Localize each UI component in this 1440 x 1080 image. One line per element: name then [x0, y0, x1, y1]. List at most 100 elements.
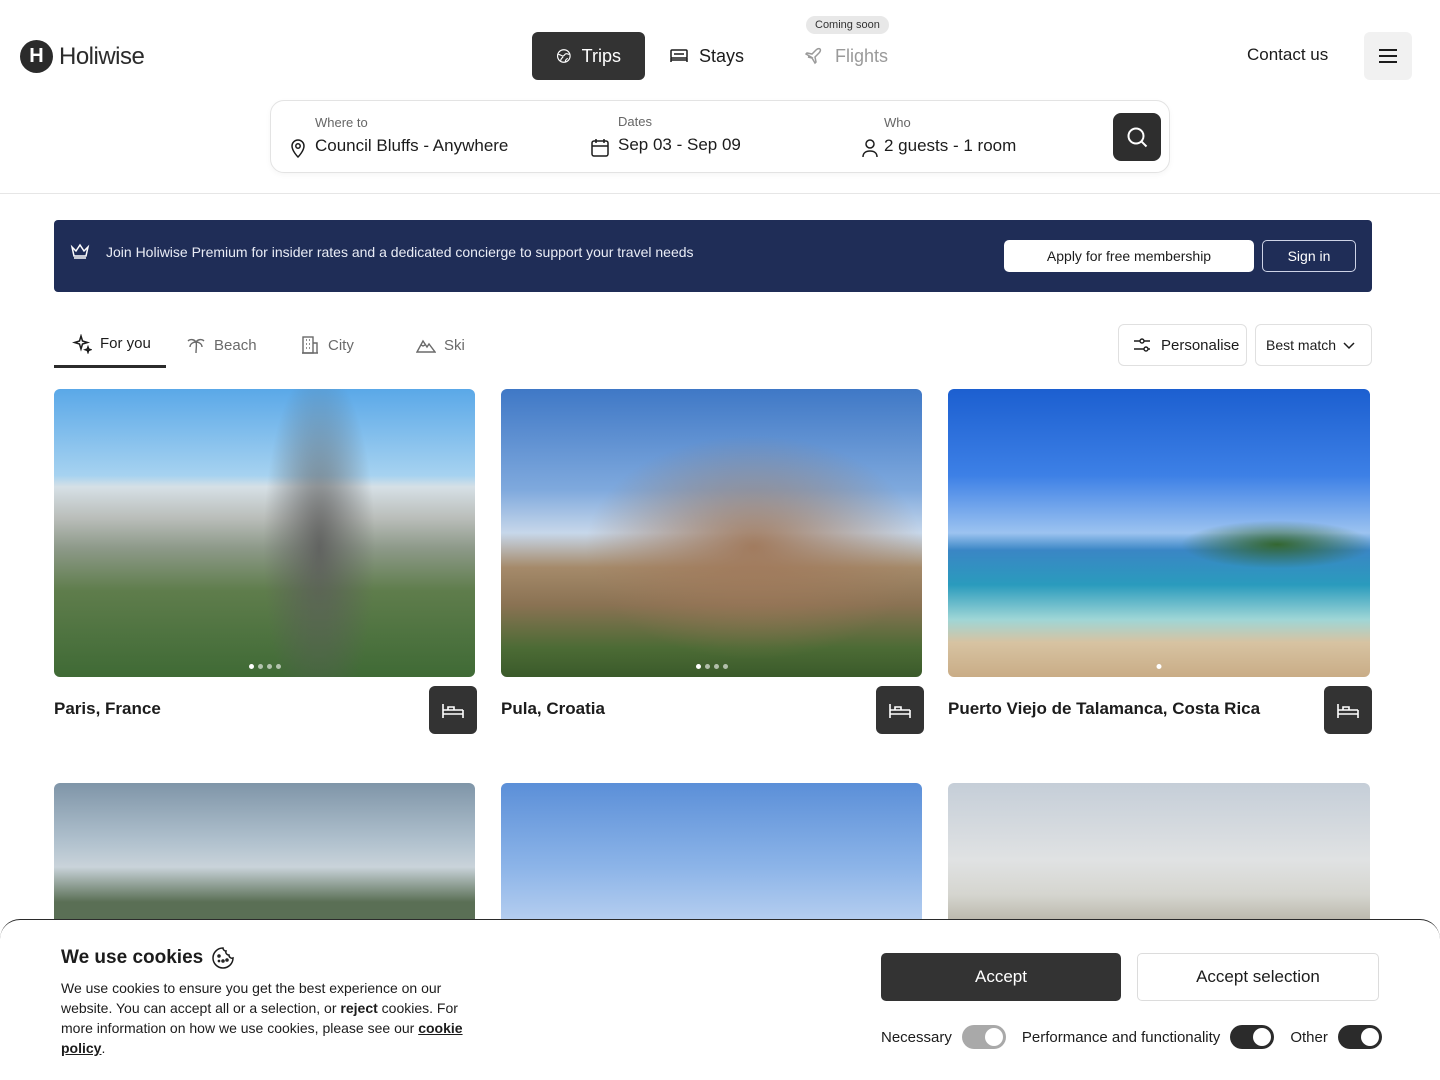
- view-stays-button[interactable]: [429, 686, 477, 734]
- person-icon: [861, 138, 879, 163]
- destination-title[interactable]: Paris, France: [54, 699, 161, 719]
- destination-card[interactable]: [948, 783, 1372, 923]
- accept-button[interactable]: Accept: [881, 953, 1121, 1001]
- category-tabs: For you Beach City Ski: [54, 322, 498, 368]
- tab-beach[interactable]: Beach: [166, 322, 282, 368]
- carousel-dot[interactable]: [1156, 664, 1162, 669]
- cookie-title-text: We use cookies: [61, 947, 204, 968]
- accept-selection-button[interactable]: Accept selection: [1137, 953, 1379, 1001]
- toggle-performance[interactable]: [1230, 1025, 1275, 1049]
- logo[interactable]: H Holiwise: [20, 40, 145, 73]
- destination-image[interactable]: [948, 783, 1370, 923]
- logo-text: Holiwise: [59, 42, 145, 70]
- carousel-dot[interactable]: [275, 664, 281, 669]
- building-icon: [302, 336, 318, 354]
- destination-card[interactable]: Puerto Viejo de Talamanca, Costa Rica: [948, 389, 1372, 734]
- crown-icon: [70, 242, 90, 265]
- toggle-necessary[interactable]: [961, 1025, 1006, 1049]
- destination-image[interactable]: [501, 389, 922, 677]
- dates-label: Dates: [618, 114, 652, 129]
- sign-in-button[interactable]: Sign in: [1262, 240, 1356, 272]
- reject-link[interactable]: reject: [340, 1000, 377, 1016]
- contact-link[interactable]: Contact us: [1247, 45, 1328, 65]
- tab-for-you[interactable]: For you: [54, 322, 166, 368]
- cookie-icon: [212, 947, 234, 969]
- dates-field[interactable]: Dates Sep 03 - Sep 09: [618, 114, 741, 155]
- cookie-title: We use cookies: [61, 946, 235, 970]
- who-label: Who: [884, 115, 911, 130]
- cookie-toggles: Necessary Performance and functionality …: [881, 1025, 1382, 1049]
- carousel-dots: [248, 664, 281, 669]
- coming-soon-badge: Coming soon: [806, 16, 889, 34]
- dates-value: Sep 03 - Sep 09: [618, 135, 741, 154]
- carousel-dot[interactable]: [266, 664, 272, 669]
- destination-title[interactable]: Puerto Viejo de Talamanca, Costa Rica: [948, 699, 1260, 719]
- search-icon: [1127, 127, 1148, 148]
- sparkle-icon: [72, 333, 92, 354]
- carousel-dots: [695, 664, 728, 669]
- search-bar: Where to Council Bluffs - Anywhere Dates…: [270, 100, 1170, 173]
- premium-banner: Join Holiwise Premium for insider rates …: [54, 220, 1372, 292]
- carousel-dot[interactable]: [695, 664, 701, 669]
- plane-icon: [805, 47, 822, 65]
- toggle-label-necessary: Necessary: [881, 1028, 952, 1046]
- destination-card[interactable]: Pula, Croatia: [501, 389, 924, 734]
- menu-button[interactable]: [1364, 32, 1412, 80]
- carousel-dot[interactable]: [257, 664, 263, 669]
- carousel-dots: [1156, 664, 1162, 669]
- nav-stays[interactable]: Stays: [645, 32, 781, 80]
- tab-city-label: City: [328, 336, 354, 354]
- bed-icon: [670, 49, 688, 62]
- toggle-knob: [984, 1028, 1003, 1046]
- nav-flights[interactable]: Flights: [781, 32, 912, 80]
- tab-ski[interactable]: Ski: [398, 322, 498, 368]
- cookie-text-end: .: [101, 1040, 106, 1056]
- who-value: 2 guests - 1 room: [884, 136, 1017, 155]
- hamburger-icon: [1379, 49, 1397, 63]
- toggle-label-performance: Performance and functionality: [1021, 1028, 1221, 1046]
- site-header: H Holiwise Trips Stays Flights Coming so…: [0, 0, 1440, 194]
- nav-stays-label: Stays: [699, 45, 745, 66]
- personalise-button[interactable]: Personalise: [1118, 324, 1247, 366]
- destination-title[interactable]: Pula, Croatia: [501, 699, 605, 719]
- who-field[interactable]: Who 2 guests - 1 room: [884, 115, 1016, 156]
- where-label: Where to: [315, 115, 368, 130]
- carousel-dot[interactable]: [722, 664, 728, 669]
- location-pin-icon: [289, 138, 307, 163]
- sort-label: Best match: [1266, 337, 1337, 353]
- carousel-dot[interactable]: [704, 664, 710, 669]
- palm-icon: [187, 338, 205, 354]
- view-stays-button[interactable]: [1324, 686, 1372, 734]
- tab-beach-label: Beach: [214, 336, 257, 354]
- bed-icon: [442, 704, 464, 718]
- view-stays-button[interactable]: [876, 686, 924, 734]
- where-value: Council Bluffs - Anywhere: [315, 136, 509, 155]
- search-button[interactable]: [1113, 113, 1161, 161]
- nav-trips[interactable]: Trips: [532, 32, 645, 80]
- toggle-label-other: Other: [1290, 1028, 1328, 1046]
- tab-city[interactable]: City: [282, 322, 398, 368]
- tab-ski-label: Ski: [444, 336, 465, 354]
- chevron-down-icon: [1343, 342, 1355, 350]
- carousel-dot[interactable]: [248, 664, 254, 669]
- calendar-icon: [591, 138, 609, 163]
- destination-image[interactable]: [54, 783, 475, 923]
- destination-image[interactable]: [948, 389, 1370, 677]
- destination-card[interactable]: Paris, France: [54, 389, 477, 734]
- nav-trips-label: Trips: [581, 45, 621, 66]
- banner-text: Join Holiwise Premium for insider rates …: [106, 244, 694, 260]
- destination-image[interactable]: [54, 389, 475, 677]
- toggle-other[interactable]: [1337, 1025, 1382, 1049]
- destination-card[interactable]: [501, 783, 924, 923]
- logo-mark: H: [20, 40, 53, 73]
- destination-card[interactable]: [54, 783, 477, 923]
- globe-icon: [556, 49, 571, 63]
- where-field[interactable]: Where to Council Bluffs - Anywhere: [315, 115, 508, 156]
- apply-membership-button[interactable]: Apply for free membership: [1004, 240, 1254, 272]
- sort-select[interactable]: Best match: [1255, 324, 1372, 366]
- sliders-icon: [1134, 338, 1150, 352]
- cookie-consent-panel: We use cookies We use cookies to ensure …: [0, 919, 1440, 1080]
- carousel-dot[interactable]: [713, 664, 719, 669]
- destination-image[interactable]: [501, 783, 922, 923]
- nav-flights-label: Flights: [835, 45, 889, 66]
